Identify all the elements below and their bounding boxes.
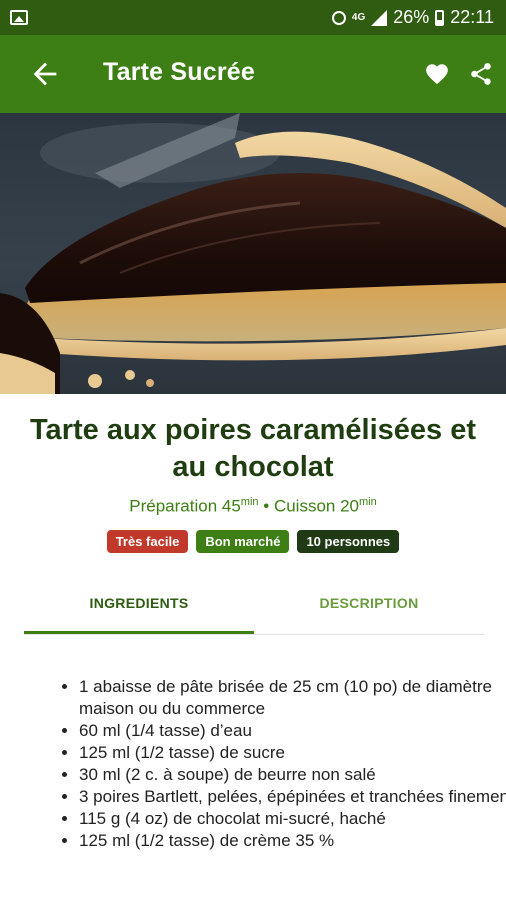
alarm-icon [331, 10, 346, 25]
cook-time: Cuisson 20 [273, 496, 359, 516]
prep-time: Préparation 45 [129, 496, 241, 516]
ingredients-list: 1 abaisse de pâte brisée de 25 cm (10 po… [52, 676, 506, 852]
status-bar: 4G 26% 22:11 [0, 0, 506, 35]
list-item: 125 ml (1/2 tasse) de sucre [79, 742, 506, 764]
tab-ingredients[interactable]: INGREDIENTS [24, 578, 254, 634]
tab-description[interactable]: DESCRIPTION [254, 578, 484, 634]
share-icon [471, 63, 491, 85]
list-item: 125 ml (1/2 tasse) de crème 35 % [79, 830, 506, 852]
list-item: 115 g (4 oz) de chocolat mi-sucré, haché [79, 808, 506, 830]
gallery-icon [10, 10, 28, 25]
list-item: 60 ml (1/4 tasse) d’eau [79, 720, 506, 742]
back-arrow-icon [33, 62, 57, 86]
servings-badge: 10 personnes [297, 530, 400, 553]
favorite-button[interactable] [424, 61, 450, 87]
app-bar: Tarte Sucrée [0, 35, 506, 113]
prep-unit: min [240, 496, 259, 508]
time-separator: • [258, 496, 274, 516]
recipe-badges: Très facile Bon marché 10 personnes [0, 530, 506, 553]
difficulty-badge: Très facile [106, 530, 189, 553]
network-type: 4G [351, 11, 366, 23]
recipe-tabs: INGREDIENTS DESCRIPTION [24, 578, 484, 635]
page-title: Tarte Sucrée [103, 58, 256, 86]
back-button[interactable] [28, 57, 62, 91]
signal-icon [371, 9, 388, 26]
recipe-photo [0, 113, 506, 394]
recipe-title: Tarte aux poires caramélisées et au choc… [30, 414, 476, 483]
heart-icon [426, 64, 448, 85]
cost-badge: Bon marché [196, 530, 290, 553]
battery-percent: 26% [393, 7, 430, 27]
share-button[interactable] [468, 61, 494, 87]
clock: 22:11 [450, 7, 494, 27]
cook-unit: min [359, 496, 377, 508]
battery-icon [435, 9, 445, 26]
list-item: 30 ml (2 c. à soupe) de beurre non salé [79, 764, 506, 786]
recipe-times: Préparation 45min • Cuisson 20min [0, 496, 506, 517]
list-item: 1 abaisse de pâte brisée de 25 cm (10 po… [79, 676, 506, 720]
list-item: 3 poires Bartlett, pelées, épépinées et … [79, 786, 506, 808]
